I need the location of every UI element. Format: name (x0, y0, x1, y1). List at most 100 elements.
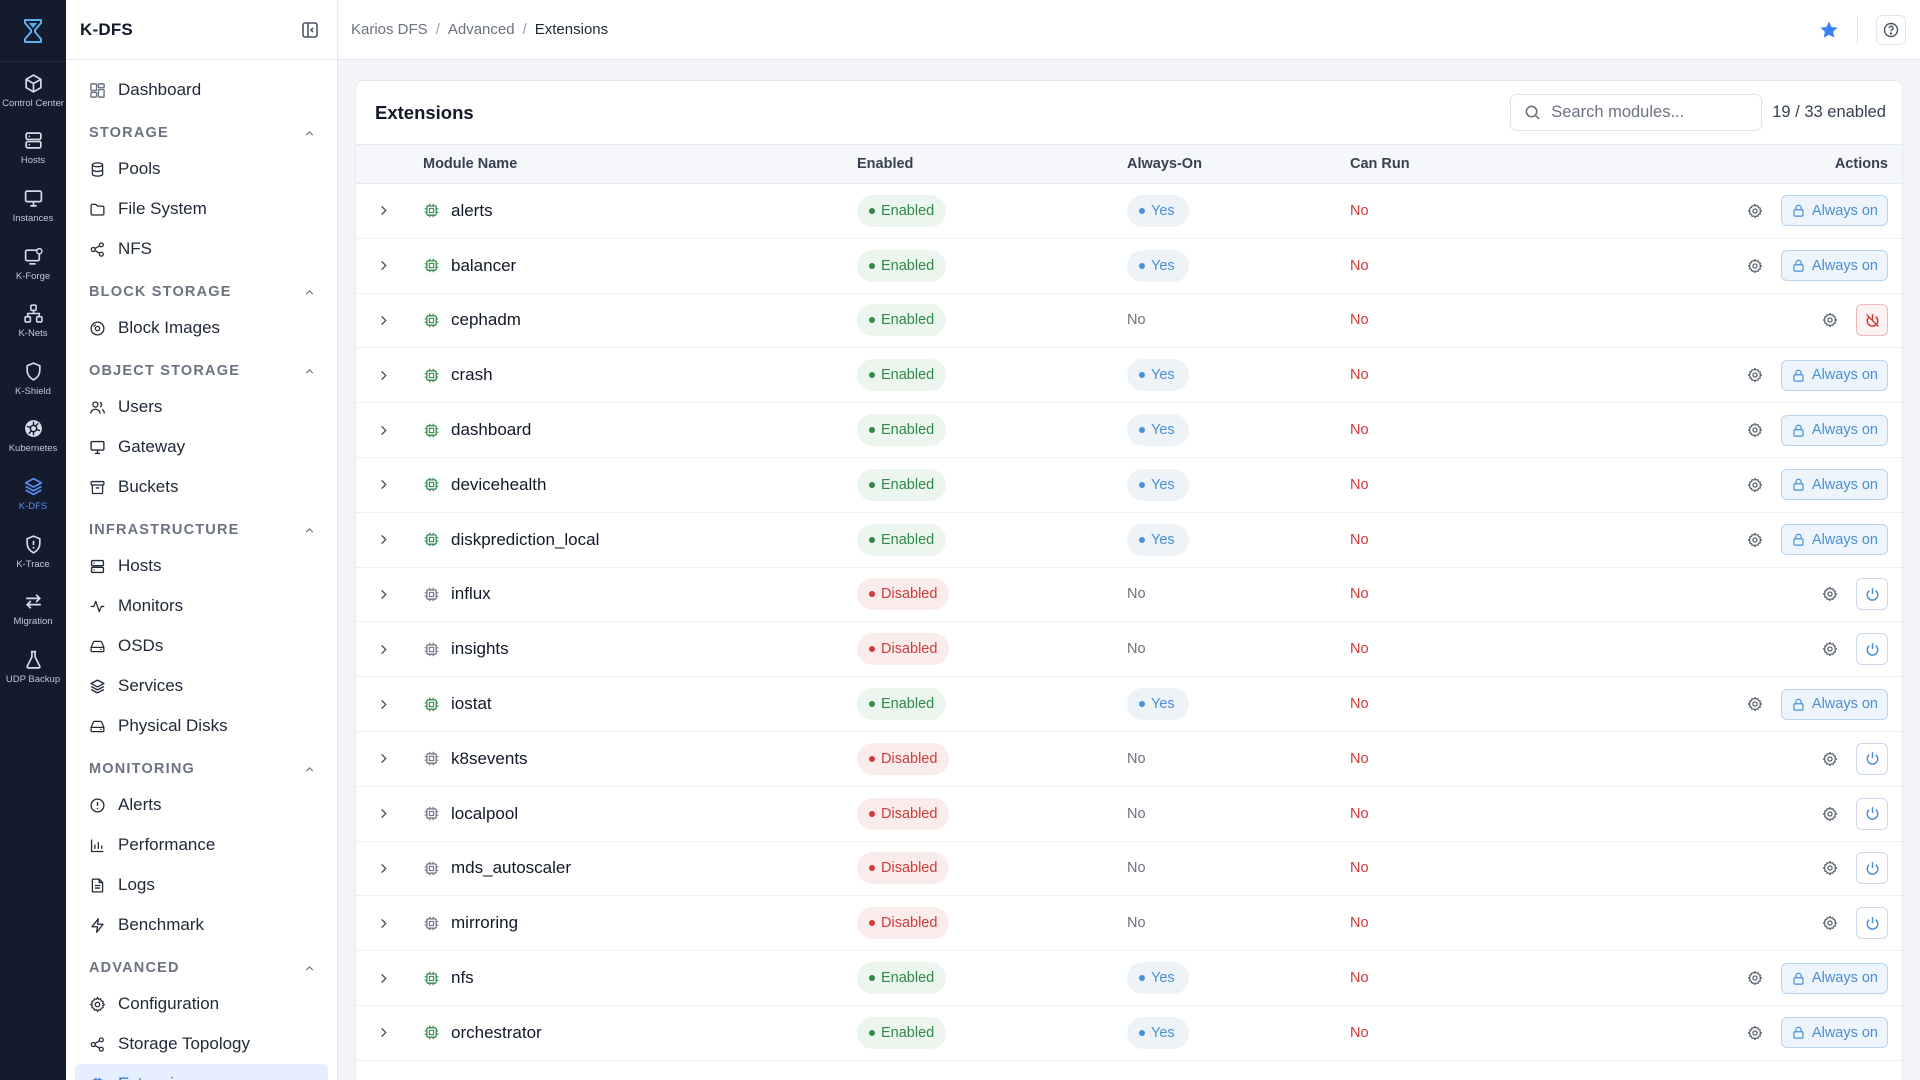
chevron-up-icon[interactable] (303, 763, 316, 776)
always-on-button[interactable]: Always on (1780, 688, 1888, 720)
table-row[interactable]: cephadm Enabled No No (356, 293, 1902, 349)
gear-icon[interactable] (1822, 312, 1838, 328)
rail-item-udp-backup[interactable]: UDP Backup (0, 638, 66, 696)
chevron-up-icon[interactable] (303, 127, 316, 140)
gear-icon[interactable] (1747, 367, 1763, 383)
sidebar-item-osds[interactable]: OSDs (75, 626, 328, 666)
chevron-right-icon[interactable] (376, 916, 423, 931)
chevron-right-icon[interactable] (376, 477, 423, 492)
table-row[interactable]: diskprediction_local Enabled Yes No Always o… (356, 512, 1902, 568)
chevron-up-icon[interactable] (303, 962, 316, 975)
sidebar-item-buckets[interactable]: Buckets (75, 467, 328, 507)
sidebar-item-monitors[interactable]: Monitors (75, 586, 328, 626)
rail-item-hosts[interactable]: Hosts (0, 120, 66, 178)
table-row[interactable]: iostat Enabled Yes No Always on (356, 676, 1902, 732)
table-row[interactable]: localpool Disabled No No (356, 786, 1902, 842)
table-row[interactable]: mirroring Disabled No No (356, 895, 1902, 952)
enable-module-button[interactable] (1856, 633, 1888, 666)
section-header-storage[interactable]: STORAGE (75, 118, 328, 148)
chevron-right-icon[interactable] (376, 861, 423, 876)
rail-item-k-shield[interactable]: K-Shield (0, 350, 66, 408)
collapse-sidebar-icon[interactable] (301, 21, 319, 39)
chevron-right-icon[interactable] (376, 697, 423, 712)
sidebar-item-hosts[interactable]: Hosts (75, 546, 328, 586)
gear-icon[interactable] (1747, 422, 1763, 438)
disable-module-button[interactable] (1856, 304, 1888, 337)
section-header-infrastructure[interactable]: INFRASTRUCTURE (75, 515, 328, 545)
favorite-star-icon[interactable] (1819, 20, 1839, 40)
gear-icon[interactable] (1822, 915, 1838, 931)
table-row[interactable]: mds_autoscaler Disabled No No (356, 841, 1902, 897)
gear-icon[interactable] (1822, 806, 1838, 822)
chevron-right-icon[interactable] (376, 258, 423, 273)
always-on-button[interactable]: Always on (1780, 195, 1888, 227)
sidebar-item-block-images[interactable]: Block Images (75, 308, 328, 348)
breadcrumb-item[interactable]: Karios DFS (351, 21, 428, 38)
section-header-monitoring[interactable]: MONITORING (75, 754, 328, 784)
table-row[interactable]: devicehealth Enabled Yes No Always on (356, 457, 1902, 513)
header-always-on[interactable]: Always-On (1127, 144, 1350, 184)
always-on-button[interactable]: Always on (1780, 524, 1888, 556)
enable-module-button[interactable] (1856, 852, 1888, 885)
sidebar-item-file-system[interactable]: File System (75, 189, 328, 229)
chevron-right-icon[interactable] (376, 1025, 423, 1040)
table-row[interactable]: crash Enabled Yes No Always on (356, 347, 1902, 404)
chevron-right-icon[interactable] (376, 751, 423, 766)
enable-module-button[interactable] (1856, 742, 1888, 775)
always-on-button[interactable]: Always on (1780, 359, 1888, 391)
sidebar-item-benchmark[interactable]: Benchmark (75, 905, 328, 945)
sidebar-item-performance[interactable]: Performance (75, 825, 328, 865)
rail-item-control-center[interactable]: Control Center (0, 62, 66, 120)
table-row[interactable]: nfs Enabled Yes No Always on (356, 950, 1902, 1006)
gear-icon[interactable] (1822, 860, 1838, 876)
sidebar-item-physical-disks[interactable]: Physical Disks (75, 706, 328, 746)
gear-icon[interactable] (1822, 751, 1838, 767)
rail-item-instances[interactable]: Instances (0, 177, 66, 235)
enable-module-button[interactable] (1856, 907, 1888, 940)
sidebar-item-alerts[interactable]: Alerts (75, 785, 328, 825)
sidebar-item-configuration[interactable]: Configuration (75, 984, 328, 1024)
header-can-run[interactable]: Can Run (1350, 144, 1580, 184)
chevron-right-icon[interactable] (376, 642, 423, 657)
rail-item-k-forge[interactable]: K-Forge (0, 235, 66, 293)
section-header-block-storage[interactable]: BLOCK STORAGE (75, 277, 328, 307)
table-row[interactable]: dashboard Enabled Yes No Always on (356, 402, 1902, 458)
table-row[interactable]: insights Disabled No No (356, 621, 1902, 678)
gear-icon[interactable] (1747, 203, 1763, 219)
table-row[interactable]: orchestrator Enabled Yes No Always on (356, 1005, 1902, 1061)
sidebar-item-storage-topology[interactable]: Storage Topology (75, 1024, 328, 1064)
gear-icon[interactable] (1747, 696, 1763, 712)
gear-icon[interactable] (1822, 641, 1838, 657)
sidebar-item-logs[interactable]: Logs (75, 865, 328, 905)
chevron-right-icon[interactable] (376, 806, 423, 821)
gear-icon[interactable] (1747, 532, 1763, 548)
chevron-right-icon[interactable] (376, 313, 423, 328)
rail-item-k-trace[interactable]: K-Trace (0, 523, 66, 581)
section-header-object-storage[interactable]: OBJECT STORAGE (75, 356, 328, 386)
gear-icon[interactable] (1747, 258, 1763, 274)
sidebar-item-services[interactable]: Services (75, 666, 328, 706)
gear-icon[interactable] (1822, 586, 1838, 602)
section-header-advanced[interactable]: ADVANCED (75, 953, 328, 983)
search-input[interactable] (1551, 103, 1742, 122)
search-box[interactable] (1510, 94, 1763, 131)
table-row[interactable]: Disabled (356, 1060, 1902, 1080)
sidebar-item-users[interactable]: Users (75, 387, 328, 427)
chevron-up-icon[interactable] (303, 365, 316, 378)
app-logo[interactable] (0, 0, 66, 62)
help-button[interactable] (1876, 14, 1906, 45)
always-on-button[interactable]: Always on (1780, 414, 1888, 446)
chevron-right-icon[interactable] (376, 203, 423, 218)
enable-module-button[interactable] (1856, 578, 1888, 611)
gear-icon[interactable] (1747, 970, 1763, 986)
gear-icon[interactable] (1747, 477, 1763, 493)
table-row[interactable]: balancer Enabled Yes No Always on (356, 238, 1902, 294)
always-on-button[interactable]: Always on (1780, 469, 1888, 501)
chevron-right-icon[interactable] (376, 423, 423, 438)
chevron-right-icon[interactable] (376, 587, 423, 602)
always-on-button[interactable]: Always on (1780, 250, 1888, 282)
table-row[interactable]: k8sevents Disabled No No (356, 731, 1902, 787)
header-module-name[interactable]: Module Name (423, 144, 857, 184)
table-row[interactable]: alerts Enabled Yes No Always on (356, 183, 1902, 239)
chevron-right-icon[interactable] (376, 971, 423, 986)
